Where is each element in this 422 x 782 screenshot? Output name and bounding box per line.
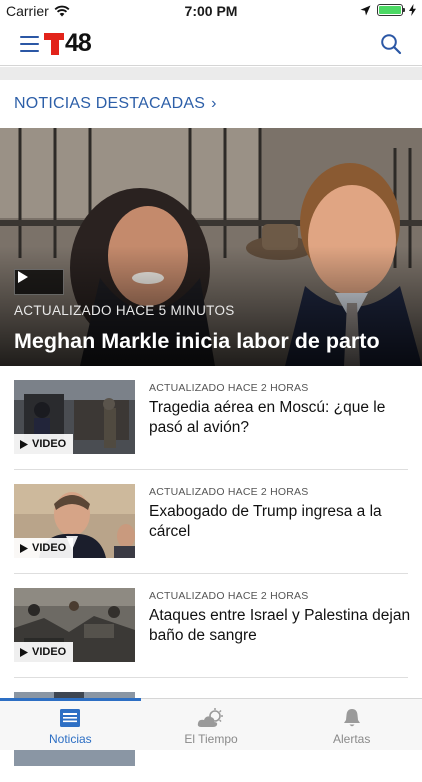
logo-number: 48 <box>65 28 92 57</box>
tab-noticias[interactable]: Noticias <box>0 698 141 750</box>
article-thumbnail: VIDEO <box>14 588 135 662</box>
hero-story[interactable]: ACTUALIZADO HACE 5 MINUTOS Meghan Markle… <box>0 128 422 366</box>
video-badge: VIDEO <box>14 538 74 558</box>
hamburger-menu-icon[interactable] <box>20 36 39 52</box>
tab-label: El Tiempo <box>184 732 238 746</box>
charging-bolt-icon <box>409 4 416 16</box>
section-title: NOTICIAS DESTACADAS <box>14 95 206 112</box>
article-thumbnail: VIDEO <box>14 484 135 558</box>
chevron-right-icon: › <box>211 95 217 112</box>
video-label: VIDEO <box>32 542 67 554</box>
header-separator <box>0 67 422 80</box>
battery-icon <box>377 4 405 16</box>
article-title[interactable]: Exabogado de Trump ingresa a la cárcel <box>149 502 411 542</box>
hero-updated: ACTUALIZADO HACE 5 MINUTOS <box>14 303 235 318</box>
list-item[interactable]: VIDEO ACTUALIZADO HACE 2 HORAS Tragedia … <box>0 366 422 470</box>
telemundo-48-logo[interactable]: 48 <box>44 28 92 57</box>
location-arrow-icon <box>360 5 371 15</box>
tab-label: Noticias <box>48 732 92 746</box>
video-label: VIDEO <box>32 646 67 658</box>
newspaper-icon <box>60 709 81 727</box>
tab-label: Alertas <box>333 732 371 746</box>
play-icon <box>20 647 28 657</box>
play-triangle-icon <box>18 271 28 283</box>
featured-news-header[interactable]: NOTICIAS DESTACADAS › <box>0 80 422 128</box>
nav-bar: 48 <box>0 22 422 66</box>
status-indicators <box>360 4 416 16</box>
tab-bar: Noticias El Tiempo Alertas <box>0 698 422 750</box>
bell-icon <box>343 709 360 727</box>
video-label: VIDEO <box>32 438 67 450</box>
video-badge: VIDEO <box>14 434 74 454</box>
tab-alertas[interactable]: Alertas <box>281 699 422 750</box>
weather-icon <box>197 708 223 727</box>
clock: 7:00 PM <box>184 3 238 19</box>
list-item[interactable]: VIDEO ACTUALIZADO HACE 2 HORAS Ataques e… <box>0 574 422 678</box>
article-updated: ACTUALIZADO HACE 2 HORAS <box>149 590 309 602</box>
list-item[interactable]: VIDEO ACTUALIZADO HACE 2 HORAS Exabogado… <box>0 470 422 574</box>
article-thumbnail: VIDEO <box>14 380 135 454</box>
play-icon[interactable] <box>14 269 64 295</box>
hero-headline[interactable]: Meghan Markle inicia labor de parto <box>14 329 380 354</box>
play-icon <box>20 543 28 553</box>
search-icon[interactable] <box>380 33 402 55</box>
article-title[interactable]: Tragedia aérea en Moscú: ¿que le pasó al… <box>149 398 411 438</box>
video-badge: VIDEO <box>14 642 74 662</box>
play-icon <box>20 439 28 449</box>
article-updated: ACTUALIZADO HACE 2 HORAS <box>149 382 309 394</box>
telemundo-t-icon <box>44 31 64 55</box>
tab-el-tiempo[interactable]: El Tiempo <box>141 699 282 750</box>
article-title[interactable]: Ataques entre Israel y Palestina dejan b… <box>149 606 411 646</box>
status-bar: Carrier 7:00 PM <box>0 0 422 22</box>
article-updated: ACTUALIZADO HACE 2 HORAS <box>149 486 309 498</box>
